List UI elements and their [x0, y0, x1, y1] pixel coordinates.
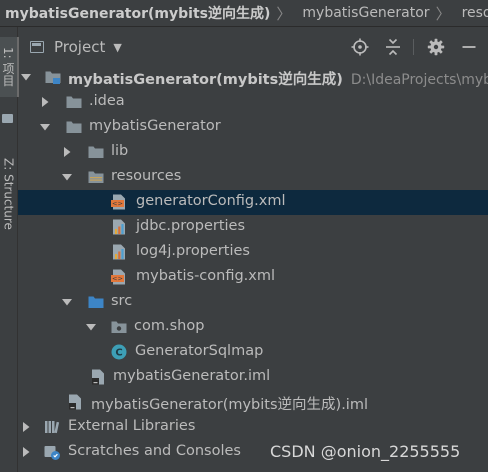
- project-view-icon: [30, 41, 44, 53]
- folder-icon: [65, 118, 83, 136]
- tree-row[interactable]: mybatisGenerator(mybits逆向生成).iml: [18, 390, 488, 415]
- tree-item-label: jdbc.properties: [136, 218, 246, 234]
- tree-item-label: mybatisGenerator: [89, 118, 221, 134]
- folder-icon: [65, 93, 83, 111]
- expand-arrow-down-icon[interactable]: [20, 71, 32, 83]
- project-tool-window: mybatisGenerator(mybits逆向生成) 〉 mybatisGe…: [0, 0, 488, 472]
- chevron-down-icon: ▼: [113, 40, 122, 54]
- svg-text:<>: <>: [112, 200, 123, 208]
- module-folder-icon: [44, 68, 62, 86]
- tree-row[interactable]: <> generatorConfig.xml: [18, 190, 488, 215]
- tree-row[interactable]: resources: [18, 165, 488, 190]
- expand-arrow-right-icon[interactable]: [20, 421, 32, 433]
- expand-arrow-down-icon[interactable]: [61, 296, 73, 308]
- project-path: D:\IdeaProjects\myb: [350, 72, 488, 88]
- breadcrumb-item-module[interactable]: mybatisGenerator: [297, 5, 429, 21]
- source-folder-icon: [87, 293, 105, 311]
- expand-arrow-down-icon[interactable]: [61, 171, 73, 183]
- gear-icon[interactable]: [425, 35, 447, 59]
- tree-row[interactable]: log4j.properties: [18, 240, 488, 265]
- panel-toolbar: [338, 35, 480, 59]
- tree-item-label: External Libraries: [68, 418, 196, 434]
- tree-item-label: resources: [111, 168, 182, 184]
- tree-row[interactable]: jdbc.properties: [18, 215, 488, 240]
- folder-icon: [87, 143, 105, 161]
- tree-row[interactable]: .idea: [18, 90, 488, 115]
- side-tab-project[interactable]: 1: 项目: [0, 37, 19, 97]
- libraries-icon: [43, 418, 61, 436]
- properties-file-icon: [110, 243, 128, 261]
- tree-item-label: mybatisGenerator(mybits逆向生成).iml: [91, 397, 368, 413]
- tree-item-label: GeneratorSqlmap: [135, 343, 264, 359]
- tree-item-label: log4j.properties: [136, 243, 250, 259]
- panel-header: Project ▼: [18, 33, 488, 61]
- scratches-icon: [43, 443, 61, 461]
- crosshair-icon[interactable]: [349, 35, 371, 59]
- tree-item-label: Scratches and Consoles: [68, 443, 241, 459]
- tree-item-label: .idea: [89, 93, 125, 109]
- panel-title: Project: [54, 38, 106, 56]
- expand-arrow-right-icon[interactable]: [61, 146, 73, 158]
- breadcrumb-item-resources[interactable]: resources: [457, 5, 488, 21]
- tree-row[interactable]: src: [18, 290, 488, 315]
- minimize-icon[interactable]: [458, 35, 480, 59]
- java-class-icon: C: [110, 343, 128, 361]
- project-view-selector[interactable]: Project ▼: [30, 38, 122, 56]
- breadcrumb-separator-icon: 〉: [435, 4, 451, 23]
- tree-item-label: src: [111, 293, 133, 309]
- tree-row[interactable]: External Libraries: [18, 415, 488, 440]
- tree-item-label: mybatisGenerator.iml: [113, 368, 271, 384]
- iml-file-icon: [89, 368, 107, 386]
- iml-file-icon: [66, 393, 84, 411]
- package-icon: [110, 318, 128, 336]
- resources-folder-icon: [87, 168, 105, 186]
- tree-row[interactable]: C GeneratorSqlmap: [18, 340, 488, 365]
- tree-item-label: mybatis-config.xml: [136, 268, 276, 284]
- expand-arrow-right-icon[interactable]: [39, 96, 51, 108]
- svg-text:<>: <>: [112, 275, 123, 283]
- breadcrumb-item-project[interactable]: mybatisGenerator(mybits逆向生成): [0, 3, 270, 23]
- tree-row[interactable]: mybatisGenerator(mybits逆向生成) D:\IdeaProje…: [18, 65, 488, 90]
- tree-row[interactable]: mybatisGenerator.iml: [18, 365, 488, 390]
- project-tree: mybatisGenerator(mybits逆向生成) D:\IdeaProje…: [18, 65, 488, 472]
- tree-item-label: mybatisGenerator(mybits逆向生成) D:\IdeaProje…: [68, 68, 488, 89]
- breadcrumb-separator-icon: 〉: [276, 4, 292, 23]
- tree-row[interactable]: com.shop: [18, 315, 488, 340]
- expand-arrow-down-icon[interactable]: [85, 321, 97, 333]
- collapse-icon[interactable]: [382, 35, 404, 59]
- xml-file-icon: <>: [110, 193, 128, 211]
- tree-row[interactable]: lib: [18, 140, 488, 165]
- folder-icon: [2, 114, 13, 123]
- tree-item-label: generatorConfig.xml: [136, 193, 286, 209]
- expand-arrow-down-icon[interactable]: [39, 121, 51, 133]
- tree-item-label: lib: [111, 143, 129, 159]
- svg-text:C: C: [115, 348, 122, 359]
- properties-file-icon: [110, 218, 128, 236]
- left-tool-strip: 1: 项目 Z: Structure: [0, 27, 19, 472]
- watermark-text: CSDN @onion_2255555: [270, 442, 461, 461]
- side-tab-structure[interactable]: Z: Structure: [0, 153, 17, 235]
- toolbar-divider: [413, 39, 414, 55]
- tree-row[interactable]: mybatisGenerator: [18, 115, 488, 140]
- breadcrumb: mybatisGenerator(mybits逆向生成) 〉 mybatisGe…: [0, 0, 488, 27]
- tree-item-label: com.shop: [134, 318, 205, 334]
- expand-arrow-right-icon[interactable]: [20, 446, 32, 458]
- xml-file-icon: <>: [110, 268, 128, 286]
- tree-row[interactable]: <> mybatis-config.xml: [18, 265, 488, 290]
